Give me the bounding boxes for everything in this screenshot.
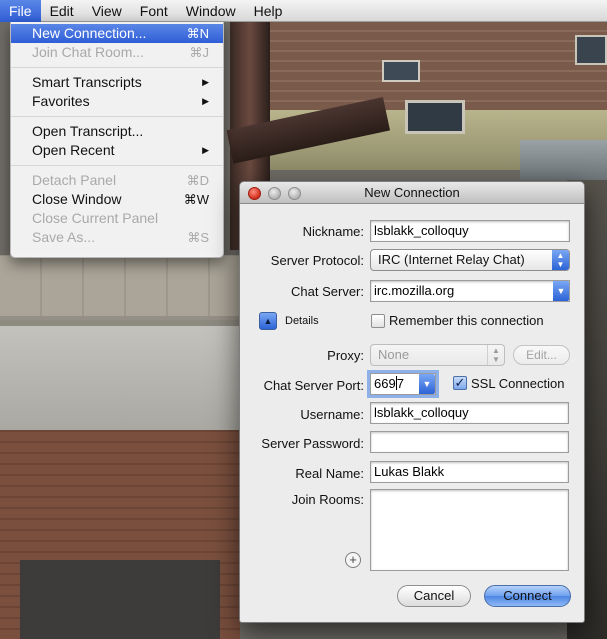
real-name-label: Real Name: [295, 466, 364, 481]
minimize-window-button[interactable] [268, 187, 281, 200]
cancel-button[interactable]: Cancel [397, 585, 471, 607]
proxy-popup: None ▲ ▼ [370, 344, 505, 366]
real-name-field[interactable]: Lukas Blakk [370, 461, 569, 483]
submenu-arrow-icon: ▶ [202, 96, 209, 106]
bg-dark-window [20, 560, 220, 639]
chat-server-port-label: Chat Server Port: [263, 378, 364, 393]
chat-server-value: irc.mozilla.org [374, 283, 455, 298]
menu-item-join-chat-room: Join Chat Room... ⌘J [11, 43, 223, 62]
window-title: New Connection [364, 185, 460, 200]
chat-server-label: Chat Server: [291, 284, 364, 299]
menu-file[interactable]: File [0, 0, 41, 22]
remember-connection-checkbox[interactable] [371, 314, 385, 328]
username-field[interactable]: lsblakk_colloquy [370, 402, 569, 424]
server-protocol-popup[interactable]: IRC (Internet Relay Chat) ▲ ▼ [370, 249, 570, 271]
menu-item-label: Close Current Panel [32, 210, 159, 226]
menu-item-open-transcript[interactable]: Open Transcript... [11, 122, 223, 141]
menu-item-close-window[interactable]: Close Window ⌘W [11, 190, 223, 209]
server-protocol-value: IRC (Internet Relay Chat) [378, 252, 525, 267]
menu-item-smart-transcripts[interactable]: Smart Transcripts ▶ [11, 73, 223, 92]
menu-item-shortcut: ⌘J [189, 45, 210, 60]
menu-item-detach-panel: Detach Panel ⌘D [11, 171, 223, 190]
server-password-field[interactable] [370, 431, 569, 453]
chat-server-port-value: 6697 [374, 376, 404, 391]
proxy-label: Proxy: [327, 348, 364, 363]
menu-separator [11, 165, 223, 166]
menu-item-shortcut: ⌘D [186, 173, 209, 188]
username-label: Username: [300, 407, 364, 422]
nickname-field[interactable]: lsblakk_colloquy [370, 220, 570, 242]
menu-separator [11, 116, 223, 117]
join-rooms-label: Join Rooms: [291, 492, 364, 507]
chat-server-combobox[interactable]: irc.mozilla.org ▼ [370, 280, 570, 302]
menu-item-label: Join Chat Room... [32, 44, 145, 60]
menu-item-label: Favorites [32, 93, 90, 109]
server-password-label: Server Password: [261, 436, 364, 451]
close-window-button[interactable] [248, 187, 261, 200]
bg-building-window [405, 100, 465, 134]
nickname-label: Nickname: [302, 224, 364, 239]
bg-stone-ledge [0, 256, 240, 316]
menu-item-label: Open Transcript... [32, 123, 144, 139]
menu-bar: File Edit View Font Window Help [0, 0, 607, 22]
popup-arrows-icon: ▲ ▼ [552, 250, 569, 270]
menu-item-shortcut: ⌘W [183, 192, 209, 207]
menu-font[interactable]: Font [131, 0, 177, 22]
menu-item-shortcut: ⌘S [187, 230, 209, 245]
popup-arrows-icon: ▲ ▼ [487, 345, 504, 365]
details-label: Details [285, 315, 319, 327]
menu-window[interactable]: Window [177, 0, 245, 22]
menu-item-new-connection[interactable]: New Connection... ⌘N [11, 24, 223, 43]
menu-item-label: Smart Transcripts [32, 74, 142, 90]
bg-flat-roof [0, 320, 240, 430]
new-connection-window: New Connection Nickname: lsblakk_colloqu… [239, 181, 585, 623]
menu-item-label: Open Recent [32, 142, 115, 158]
window-titlebar[interactable]: New Connection [240, 182, 584, 204]
menu-item-favorites[interactable]: Favorites ▶ [11, 92, 223, 111]
proxy-value: None [378, 347, 410, 362]
menu-item-open-recent[interactable]: Open Recent ▶ [11, 141, 223, 160]
submenu-arrow-icon: ▶ [202, 145, 209, 155]
add-room-icon[interactable]: + [345, 552, 361, 568]
menu-item-close-current-panel: Close Current Panel [11, 209, 223, 228]
join-rooms-list[interactable] [370, 489, 569, 571]
menu-item-label: Save As... [32, 229, 96, 245]
menu-separator [11, 67, 223, 68]
menu-item-label: Close Window [32, 191, 122, 207]
remember-connection-label: Remember this connection [389, 313, 544, 328]
connect-button[interactable]: Connect [484, 585, 571, 607]
combobox-arrow-icon[interactable]: ▼ [553, 281, 569, 301]
menu-help[interactable]: Help [245, 0, 292, 22]
file-menu-dropdown: New Connection... ⌘N Join Chat Room... ⌘… [10, 22, 224, 258]
submenu-arrow-icon: ▶ [202, 77, 209, 87]
menu-item-label: Detach Panel [32, 172, 117, 188]
menu-item-shortcut: ⌘N [186, 26, 209, 41]
zoom-window-button[interactable] [288, 187, 301, 200]
bg-building-window [382, 60, 420, 82]
server-protocol-label: Server Protocol: [270, 253, 364, 268]
chat-server-port-combobox[interactable]: 6697 ▼ [370, 373, 436, 395]
proxy-edit-button: Edit... [513, 345, 570, 365]
bg-building-window [575, 35, 607, 65]
menu-item-label: New Connection... [32, 25, 147, 41]
menu-item-save-as: Save As... ⌘S [11, 228, 223, 247]
combobox-arrow-icon[interactable]: ▼ [419, 374, 435, 394]
menu-view[interactable]: View [83, 0, 131, 22]
menu-edit[interactable]: Edit [41, 0, 83, 22]
details-disclosure-button[interactable]: ▲ [259, 312, 277, 330]
ssl-connection-label: SSL Connection [471, 376, 565, 391]
bg-roof-edge [520, 140, 607, 180]
ssl-connection-checkbox[interactable]: ✓ [453, 376, 467, 390]
